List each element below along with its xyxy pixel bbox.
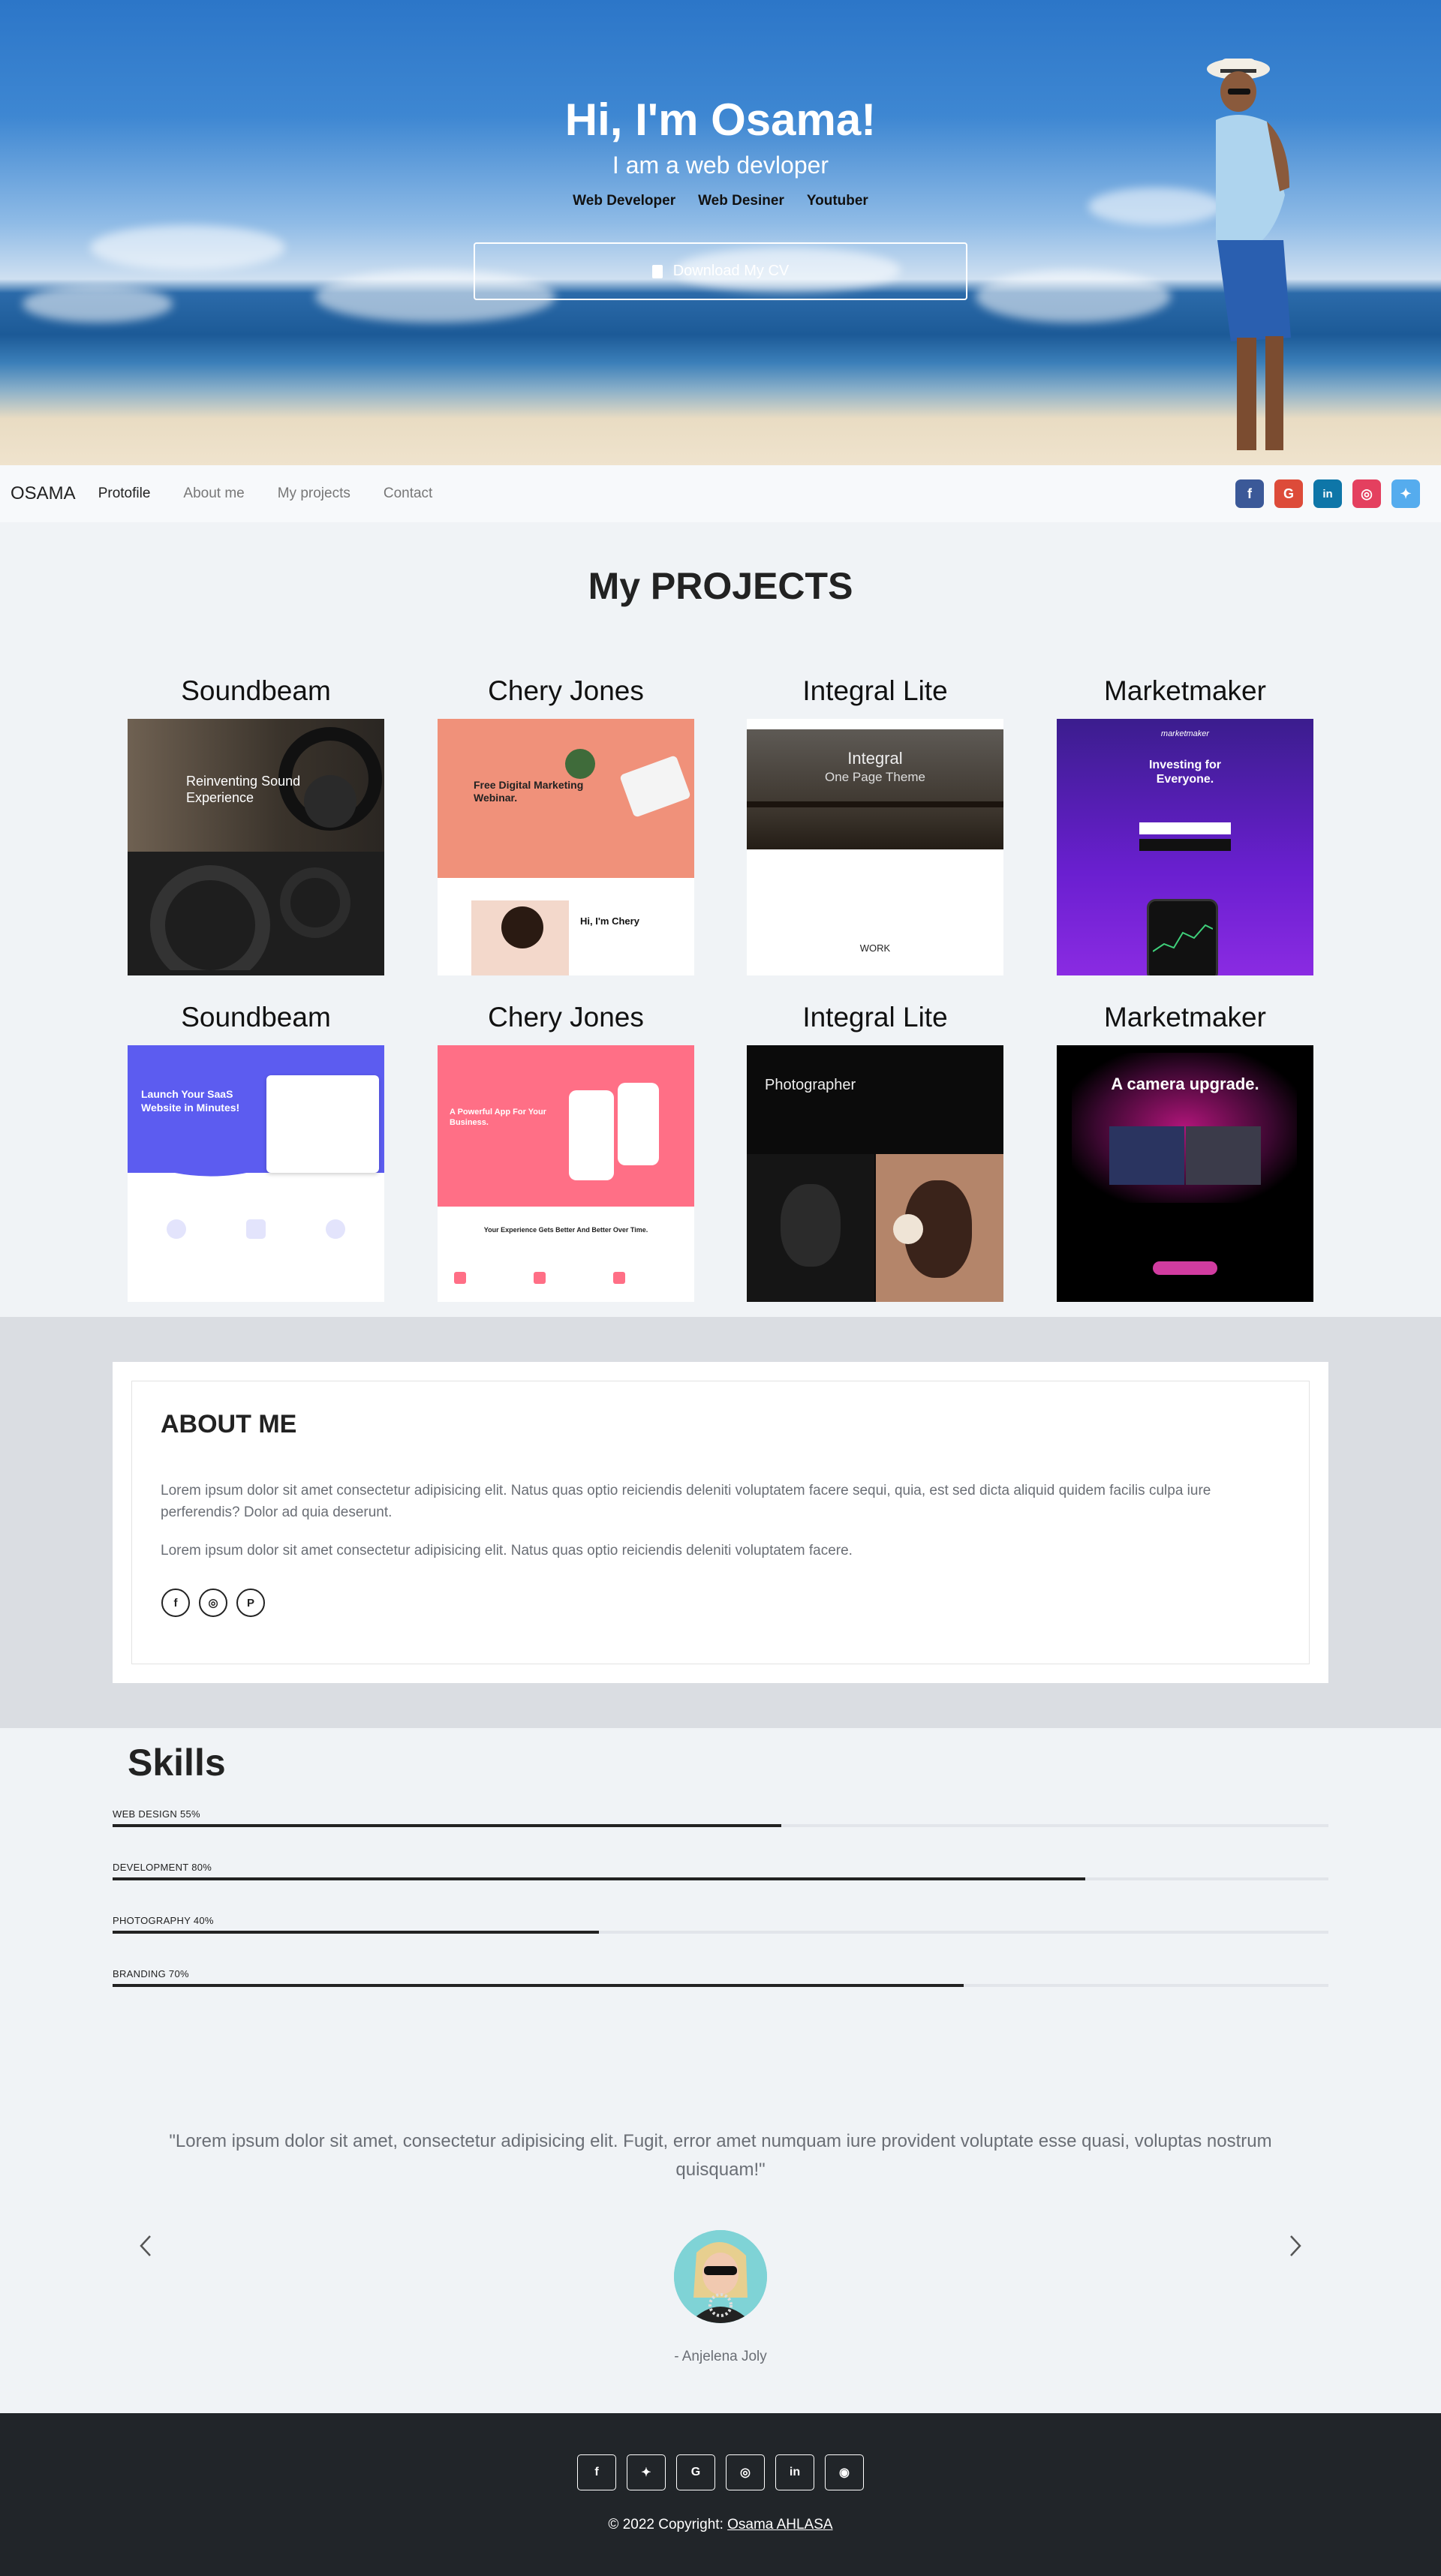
google-icon[interactable]: G bbox=[676, 2454, 715, 2490]
project-name: Chery Jones bbox=[488, 1002, 644, 1033]
nav-link-about[interactable]: About me bbox=[183, 485, 244, 502]
about-section: ABOUT ME Lorem ipsum dolor sit amet cons… bbox=[0, 1317, 1441, 1728]
project-name: Soundbeam bbox=[181, 675, 331, 706]
skill-progress-track bbox=[113, 1824, 1328, 1827]
document-icon bbox=[651, 264, 663, 278]
navbar-social-links: f G in ◎ ✦ bbox=[1235, 465, 1420, 522]
skill-label: DEVELOPMENT 80% bbox=[113, 1862, 212, 1873]
footer-social-links: f ✦ G ◎ in ◉ bbox=[0, 2454, 1441, 2490]
project-name: Marketmaker bbox=[1104, 1002, 1266, 1033]
project-name: Chery Jones bbox=[488, 675, 644, 706]
about-paragraph-2: Lorem ipsum dolor sit amet consectetur a… bbox=[161, 1543, 853, 1559]
skill-label: BRANDING 70% bbox=[113, 1968, 189, 1979]
thumb-section: WORK bbox=[859, 942, 891, 954]
download-cv-button[interactable]: Download My CV bbox=[474, 242, 967, 300]
instagram-icon[interactable]: ◎ bbox=[726, 2454, 765, 2490]
skill-progress-track bbox=[113, 1931, 1328, 1934]
project-thumbnail-soundbeam[interactable]: Reinventing Sound Experience bbox=[128, 719, 384, 975]
project-thumbnail-chery-jones-2[interactable]: A Powerful App For Your Business. Your E… bbox=[438, 1045, 694, 1302]
thumb-heading: Hi, I'm Chery bbox=[580, 915, 639, 927]
thumb-heading: Free Digital Marketing Webinar. bbox=[474, 779, 584, 804]
project-name: Soundbeam bbox=[181, 1002, 331, 1033]
linkedin-icon[interactable]: in bbox=[775, 2454, 814, 2490]
thumb-heading: Launch Your SaaS Website in Minutes! bbox=[141, 1088, 240, 1114]
hero-section: Hi, I'm Osama! I am a web devloper Web D… bbox=[0, 0, 1441, 465]
copyright-link[interactable]: Osama AHLASA bbox=[727, 2517, 832, 2532]
project-thumbnail-chery-jones[interactable]: Free Digital Marketing Webinar. Hi, I'm … bbox=[438, 719, 694, 975]
hero-subtitle: I am a web devloper bbox=[612, 152, 829, 179]
testimonial-author: - Anjelena Joly bbox=[674, 2349, 767, 2364]
instagram-icon[interactable]: ◎ bbox=[1352, 479, 1381, 508]
nav-link-contact[interactable]: Contact bbox=[384, 485, 432, 502]
thumb-subheading: Your Experience Gets Better And Better O… bbox=[483, 1226, 648, 1234]
about-card-inner: ABOUT ME Lorem ipsum dolor sit amet cons… bbox=[131, 1381, 1310, 1664]
project-thumbnail-marketmaker-2[interactable]: A camera upgrade. bbox=[1057, 1045, 1313, 1302]
facebook-icon[interactable]: f bbox=[161, 1589, 190, 1617]
about-card: ABOUT ME Lorem ipsum dolor sit amet cons… bbox=[113, 1362, 1328, 1683]
pinterest-icon[interactable]: P bbox=[236, 1589, 265, 1617]
footer: f ✦ G ◎ in ◉ © 2022 Copyright: Osama AHL… bbox=[0, 2413, 1441, 2576]
project-name: Integral Lite bbox=[802, 1002, 948, 1033]
navbar: OSAMA Protofile About me My projects Con… bbox=[0, 465, 1441, 522]
twitter-icon[interactable]: ✦ bbox=[627, 2454, 666, 2490]
projects-title: My PROJECTS bbox=[588, 565, 853, 607]
nav-link-protofile[interactable]: Protofile bbox=[98, 485, 151, 502]
testimonial-avatar bbox=[674, 2230, 767, 2323]
skill-label: PHOTOGRAPHY 40% bbox=[113, 1915, 214, 1926]
skill-progress-fill bbox=[113, 1877, 1085, 1880]
thumb-heading: Reinventing Sound Experience bbox=[186, 774, 301, 805]
project-thumbnail-marketmaker[interactable]: marketmaker Investing for Everyone. bbox=[1057, 719, 1313, 975]
project-thumbnail-soundbeam-2[interactable]: Launch Your SaaS Website in Minutes! bbox=[128, 1045, 384, 1302]
thumb-heading: A camera upgrade. bbox=[1111, 1075, 1259, 1093]
linkedin-icon[interactable]: in bbox=[1313, 479, 1342, 508]
instagram-icon[interactable]: ◎ bbox=[199, 1589, 227, 1617]
copyright-text: © 2022 Copyright: bbox=[608, 2517, 728, 2532]
role-web-developer: Web Developer bbox=[573, 193, 676, 209]
github-icon[interactable]: ◉ bbox=[825, 2454, 864, 2490]
skill-progress-fill bbox=[113, 1984, 964, 1987]
download-cv-label: Download My CV bbox=[672, 263, 790, 279]
thumb-heading: Integral bbox=[847, 749, 903, 768]
about-paragraph-1: Lorem ipsum dolor sit amet consectetur a… bbox=[161, 1483, 1211, 1520]
thumb-heading: Investing for Everyone. bbox=[1148, 759, 1221, 786]
skill-progress-track bbox=[113, 1877, 1328, 1880]
about-title: ABOUT ME bbox=[161, 1410, 297, 1438]
skills-title: Skills bbox=[128, 1742, 226, 1784]
twitter-icon[interactable]: ✦ bbox=[1391, 479, 1420, 508]
nav-link-projects[interactable]: My projects bbox=[278, 485, 350, 502]
thumb-subheading: One Page Theme bbox=[825, 770, 925, 784]
project-thumbnail-integral-lite[interactable]: Integral One Page Theme WORK bbox=[747, 719, 1003, 975]
project-name: Marketmaker bbox=[1104, 675, 1266, 706]
thumb-heading: A Powerful App For Your Business. bbox=[450, 1108, 546, 1127]
skill-progress-fill bbox=[113, 1824, 781, 1827]
project-thumbnail-integral-lite-2[interactable]: Photographer bbox=[747, 1045, 1003, 1302]
thumb-logo: marketmaker bbox=[1160, 729, 1210, 738]
skill-progress-fill bbox=[113, 1931, 599, 1934]
skill-label: WEB DESIGN 55% bbox=[113, 1808, 200, 1820]
brand-logo[interactable]: OSAMA bbox=[11, 483, 76, 504]
testimonial-quote: "Lorem ipsum dolor sit amet, consectetur… bbox=[169, 2131, 1272, 2180]
skill-progress-track bbox=[113, 1984, 1328, 1987]
role-youtuber: Youtuber bbox=[806, 193, 868, 209]
hero-title: Hi, I'm Osama! bbox=[564, 95, 877, 145]
carousel-next-icon[interactable] bbox=[1283, 2235, 1306, 2257]
google-icon[interactable]: G bbox=[1274, 479, 1303, 508]
copyright: © 2022 Copyright: Osama AHLASA bbox=[0, 2517, 1441, 2533]
project-name: Integral Lite bbox=[802, 675, 948, 706]
thumb-heading: Photographer bbox=[765, 1077, 856, 1093]
role-web-designer: Web Desiner bbox=[698, 193, 784, 209]
facebook-icon[interactable]: f bbox=[577, 2454, 616, 2490]
carousel-prev-icon[interactable] bbox=[135, 2235, 158, 2257]
hero-roles: Web Developer Web Desiner Youtuber bbox=[0, 193, 1441, 209]
facebook-icon[interactable]: f bbox=[1235, 479, 1264, 508]
